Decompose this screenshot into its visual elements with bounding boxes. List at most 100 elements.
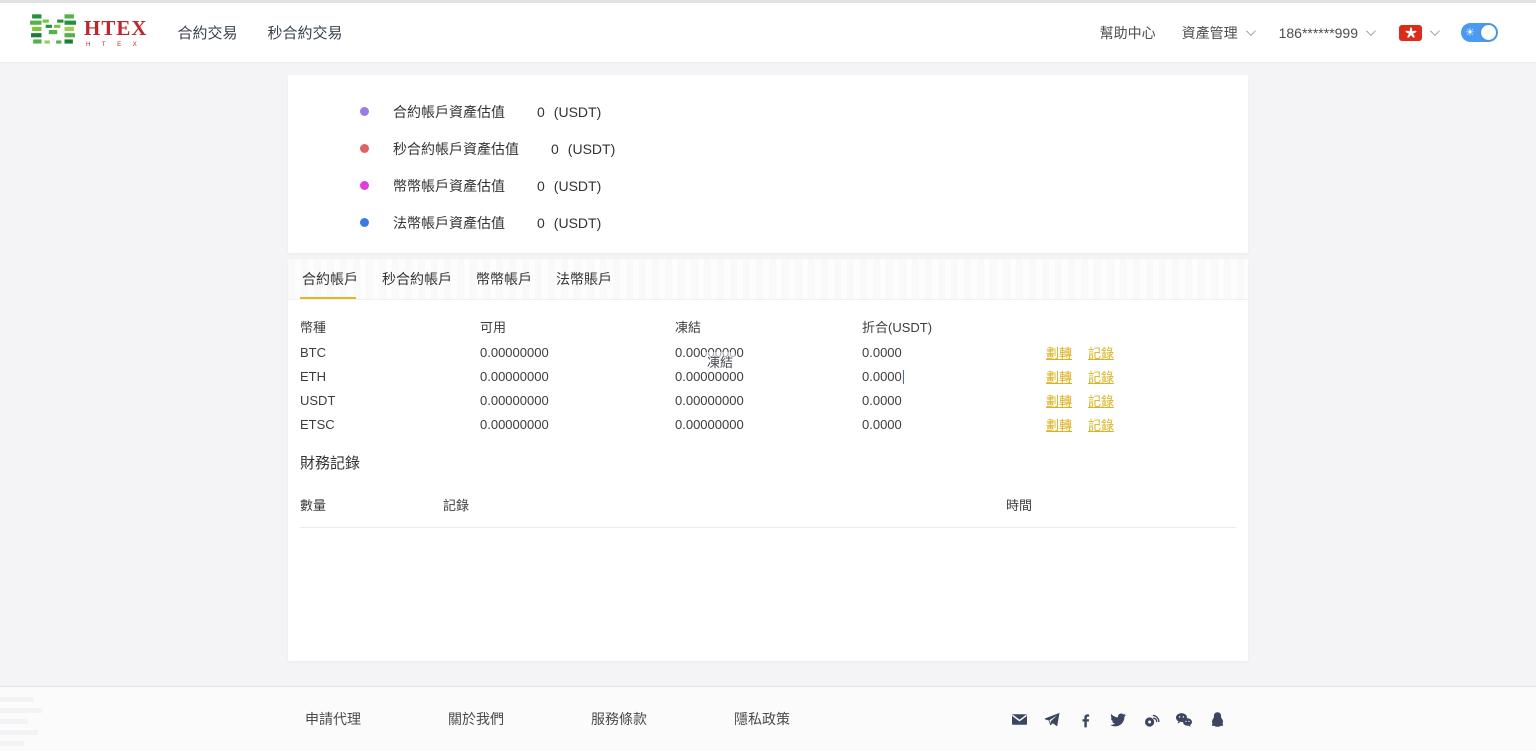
record-link[interactable]: 記錄	[1088, 343, 1114, 362]
row-actions: 劃轉 記錄	[1046, 415, 1236, 434]
logo-subtext: H T E X	[86, 42, 148, 48]
summary-label: 法幣帳戶資產估值	[393, 213, 505, 233]
footer-link-terms[interactable]: 服務條款	[591, 709, 647, 729]
telegram-icon[interactable]	[1043, 710, 1061, 728]
twitter-icon[interactable]	[1109, 710, 1127, 728]
wechat-icon[interactable]	[1175, 710, 1193, 728]
converted-value: 0.0000	[862, 393, 1046, 408]
asset-management-label: 資產管理	[1182, 23, 1238, 43]
available-value: 0.00000000	[480, 369, 675, 384]
summary-value: 0	[551, 141, 559, 157]
frozen-value: 0.00000000	[675, 369, 862, 384]
col-header-frozen: 凍結	[675, 317, 862, 336]
chevron-down-icon	[1366, 26, 1376, 36]
asset-summary-list: 合約帳戶資產估值 0 (USDT) 秒合約帳戶資產估值 0 (USDT) 幣幣帳…	[288, 75, 1248, 241]
facebook-icon[interactable]	[1076, 710, 1094, 728]
account-tabs: 合約帳戶 秒合約帳戶 幣幣帳戶 法幣賬戶	[288, 259, 1248, 300]
summary-row-fiat: 法幣帳戶資產估值 0 (USDT)	[360, 204, 1248, 241]
chevron-down-icon	[1246, 26, 1256, 36]
logo[interactable]: HTEX H T E X	[30, 12, 148, 53]
tab-fiat-account[interactable]: 法幣賬戶	[554, 259, 614, 299]
frozen-value: 0.00000000 凍結	[675, 345, 862, 360]
asset-summary-card: 合約帳戶資產估值 0 (USDT) 秒合約帳戶資產估值 0 (USDT) 幣幣帳…	[288, 75, 1248, 253]
col-header-coin: 幣種	[300, 317, 480, 336]
footer-link-privacy[interactable]: 隱私政策	[734, 709, 790, 729]
table-row-etsc: ETSC 0.00000000 0.00000000 0.0000 劃轉 記錄	[300, 412, 1236, 436]
logo-text: HTEX	[84, 18, 148, 39]
table-row-eth: ETH 0.00000000 0.00000000 0.0000 劃轉 記錄	[300, 364, 1236, 388]
summary-unit: (USDT)	[554, 178, 601, 194]
converted-number: 0.0000	[862, 369, 902, 384]
asset-management-dropdown[interactable]: 資產管理	[1182, 23, 1253, 43]
frozen-value: 0.00000000	[675, 393, 862, 408]
footer-link-about-us[interactable]: 關於我們	[448, 709, 504, 729]
coin-name: USDT	[300, 393, 480, 408]
summary-unit: (USDT)	[554, 104, 601, 120]
language-dropdown[interactable]	[1399, 25, 1437, 41]
summary-unit: (USDT)	[568, 141, 615, 157]
help-center-link[interactable]: 幫助中心	[1100, 23, 1156, 43]
summary-label: 秒合約帳戶資產估值	[393, 139, 519, 159]
converted-value: 0.0000	[862, 369, 1046, 384]
window-top-edge	[0, 0, 1536, 3]
transfer-link[interactable]: 劃轉	[1046, 391, 1072, 410]
summary-label: 幣幣帳戶資產估值	[393, 176, 505, 196]
summary-row-spot: 幣幣帳戶資產估值 0 (USDT)	[360, 167, 1248, 204]
converted-value: 0.0000	[862, 345, 1046, 360]
account-detail-card: 合約帳戶 秒合約帳戶 幣幣帳戶 法幣賬戶 幣種 可用 凍結 折合(USDT) B…	[288, 259, 1248, 661]
available-value: 0.00000000	[480, 345, 675, 360]
qq-icon[interactable]	[1208, 710, 1226, 728]
magenta-dot-icon	[360, 181, 369, 190]
summary-label: 合約帳戶資產估值	[393, 102, 505, 122]
weibo-icon[interactable]	[1142, 710, 1160, 728]
tab-spot-account[interactable]: 幣幣帳戶	[474, 259, 534, 299]
blue-dot-icon	[360, 218, 369, 227]
finance-table-header: 數量 記錄 時間	[300, 495, 1236, 528]
record-link[interactable]: 記錄	[1088, 415, 1114, 434]
record-link[interactable]: 記錄	[1088, 367, 1114, 386]
balance-table: 幣種 可用 凍結 折合(USDT) BTC 0.00000000 0.00000…	[300, 312, 1236, 436]
main-nav: 合約交易 秒合約交易	[178, 22, 343, 43]
summary-value: 0	[537, 178, 545, 194]
account-phone-dropdown[interactable]: 186******999	[1279, 25, 1373, 41]
logo-m-icon	[30, 12, 76, 53]
summary-value: 0	[537, 104, 545, 120]
footer-link-apply-agent[interactable]: 申請代理	[305, 709, 361, 729]
chevron-down-icon	[1430, 26, 1440, 36]
hong-kong-flag-icon	[1399, 25, 1422, 41]
tab-second-contract-account[interactable]: 秒合約帳戶	[380, 259, 454, 299]
available-value: 0.00000000	[480, 393, 675, 408]
table-row-usdt: USDT 0.00000000 0.00000000 0.0000 劃轉 記錄	[300, 388, 1236, 412]
footer-social-icons	[1010, 710, 1226, 728]
theme-toggle[interactable]: ☀	[1461, 23, 1498, 42]
col-header-available: 可用	[480, 317, 675, 336]
transfer-link[interactable]: 劃轉	[1046, 367, 1072, 386]
footer-watermark	[0, 697, 46, 747]
available-value: 0.00000000	[480, 417, 675, 432]
summary-unit: (USDT)	[554, 215, 601, 231]
purple-dot-icon	[360, 107, 369, 116]
finance-records-title: 財務記錄	[300, 452, 1236, 473]
frozen-number: 0.00000000	[675, 345, 744, 360]
summary-value: 0	[537, 215, 545, 231]
transfer-link[interactable]: 劃轉	[1046, 343, 1072, 362]
nav-item-second-contract-trade[interactable]: 秒合約交易	[268, 22, 343, 43]
record-link[interactable]: 記錄	[1088, 391, 1114, 410]
toggle-knob	[1481, 25, 1496, 40]
col-header-time: 時間	[1006, 495, 1236, 514]
finance-table-empty-body	[300, 528, 1236, 678]
summary-row-second-contract: 秒合約帳戶資產估值 0 (USDT)	[360, 130, 1248, 167]
footer: 申請代理 關於我們 服務條款 隱私政策	[0, 686, 1536, 751]
email-icon[interactable]	[1010, 710, 1028, 728]
coin-name: ETSC	[300, 417, 480, 432]
row-actions: 劃轉 記錄	[1046, 391, 1236, 410]
nav-item-contract-trade[interactable]: 合約交易	[178, 22, 238, 43]
tab-contract-account[interactable]: 合約帳戶	[300, 259, 360, 299]
converted-value: 0.0000	[862, 417, 1046, 432]
text-cursor-artifact	[903, 370, 905, 384]
coin-name: BTC	[300, 345, 480, 360]
finance-records-section: 財務記錄 數量 記錄 時間	[300, 452, 1236, 678]
logo-text-block: HTEX H T E X	[84, 18, 148, 48]
frozen-value: 0.00000000	[675, 417, 862, 432]
transfer-link[interactable]: 劃轉	[1046, 415, 1072, 434]
